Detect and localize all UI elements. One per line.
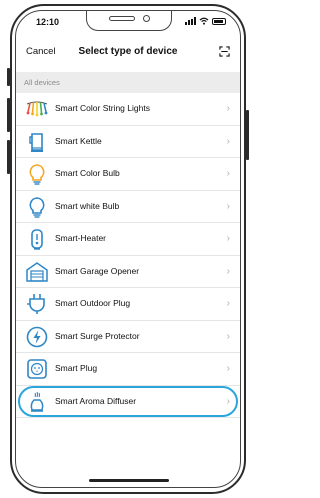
surge-protector-icon	[26, 326, 48, 347]
plug-icon	[27, 359, 47, 379]
page-title: Select type of device	[78, 46, 178, 57]
chevron-right-icon: ›	[226, 298, 230, 309]
kettle-icon	[29, 132, 43, 152]
aroma-diffuser-icon	[30, 391, 44, 412]
device-label: Smart Plug	[55, 363, 98, 373]
device-label: Smart Surge Protector	[55, 330, 140, 341]
status-time: 12:10	[36, 17, 60, 27]
chevron-right-icon: ›	[226, 330, 230, 342]
string-lights-icon	[26, 101, 48, 117]
device-row-kettle[interactable]: Smart Kettle ›	[16, 126, 240, 158]
device-label: Smart Color Bulb	[55, 168, 120, 178]
speaker	[109, 16, 135, 21]
chevron-right-icon: ›	[226, 233, 230, 244]
device-row-outdoor-plug[interactable]: Smart Outdoor Plug ›	[16, 288, 240, 321]
side-button-left-3	[7, 140, 10, 174]
device-row-surge-protector[interactable]: Smart Surge Protector ›	[16, 321, 240, 353]
device-row-aroma-diffuser[interactable]: Smart Aroma Diffuser ›	[16, 385, 240, 418]
device-label: Smart Outdoor Plug	[55, 298, 131, 308]
side-button-right	[246, 110, 249, 160]
heater-icon	[31, 229, 43, 250]
device-label: Smart Aroma Diffuser	[55, 395, 137, 406]
device-row-heater[interactable]: Smart-Heater ›	[16, 223, 240, 256]
wifi-icon	[199, 17, 209, 25]
home-indicator[interactable]	[89, 479, 169, 482]
white-bulb-icon	[29, 196, 45, 218]
color-bulb-icon	[29, 164, 45, 185]
chevron-right-icon: ›	[226, 265, 230, 277]
battery-icon	[212, 17, 226, 25]
device-label: Smart Color String Lights	[55, 103, 150, 113]
chevron-right-icon: ›	[226, 363, 230, 374]
side-button-left-1	[7, 68, 10, 86]
status-icons	[185, 17, 226, 25]
camera	[143, 15, 150, 22]
device-label: Smart Kettle	[55, 135, 102, 146]
scan-icon[interactable]	[219, 46, 230, 57]
chevron-right-icon: ›	[226, 103, 230, 114]
device-label: Smart Garage Opener	[55, 265, 140, 276]
chevron-right-icon: ›	[226, 168, 230, 179]
chevron-right-icon: ›	[226, 200, 230, 212]
chevron-right-icon: ›	[226, 135, 230, 147]
navbar: Cancel Select type of device	[16, 41, 240, 65]
screen: 12:10 Cancel Select type of device All d…	[15, 10, 241, 488]
device-row-white-bulb[interactable]: Smart white Bulb ›	[16, 191, 240, 223]
device-list: Smart Color String Lights › Smart Kettle…	[16, 93, 240, 418]
device-row-string-lights[interactable]: Smart Color String Lights ›	[16, 93, 240, 126]
outdoor-plug-icon	[27, 294, 45, 314]
device-label: Smart white Bulb	[55, 200, 120, 211]
chevron-right-icon: ›	[226, 395, 230, 407]
device-row-color-bulb[interactable]: Smart Color Bulb ›	[16, 158, 240, 191]
signal-icon	[185, 17, 196, 25]
notch	[86, 11, 172, 31]
device-row-garage-opener[interactable]: Smart Garage Opener ›	[16, 256, 240, 288]
side-button-left-2	[7, 98, 10, 132]
garage-icon	[26, 261, 48, 282]
device-row-plug[interactable]: Smart Plug ›	[16, 353, 240, 386]
section-label: All devices	[24, 78, 60, 87]
section-header: All devices	[16, 72, 240, 93]
device-label: Smart-Heater	[55, 233, 107, 243]
